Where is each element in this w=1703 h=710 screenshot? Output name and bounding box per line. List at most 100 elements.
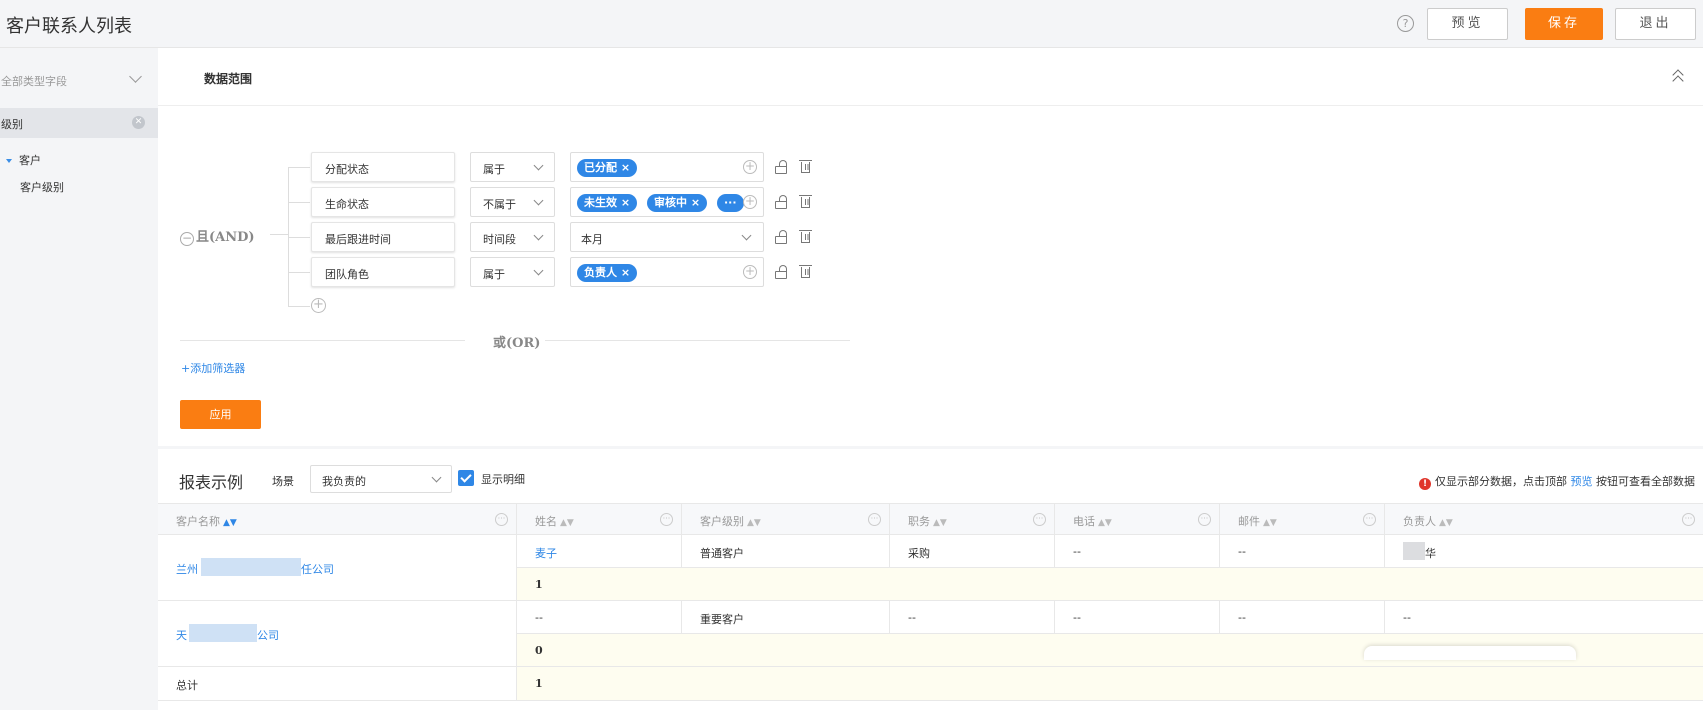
panel-header: 数据范围 [158, 48, 1703, 106]
table-cell-email: -- [1220, 601, 1385, 634]
tree-node-customer[interactable]: 客户 [6, 152, 41, 168]
tree-node-label: 客户 [19, 154, 41, 167]
sort-icon[interactable]: ▲▼ [933, 518, 947, 528]
condition-value-input[interactable]: 负责人 × + [570, 257, 764, 287]
unlock-icon[interactable] [775, 160, 788, 174]
column-header-owner[interactable]: 负责人 ▲▼ ··· [1385, 504, 1703, 536]
floating-popup [1364, 646, 1576, 660]
field-type-select[interactable]: 全部类型字段 [0, 64, 158, 96]
preview-button[interactable]: 预览 [1427, 8, 1508, 40]
more-icon[interactable]: ··· [868, 513, 881, 526]
notice-text: 按钮可查看全部数据 [1596, 475, 1695, 488]
condition-operator-value: 不属于 [483, 198, 516, 211]
customer-name-cell[interactable]: 天 公司 [158, 601, 517, 667]
table-cell-phone: -- [1055, 535, 1220, 568]
condition-field-value: 最后跟进时间 [325, 233, 391, 246]
more-icon[interactable]: ··· [1033, 513, 1046, 526]
scene-value: 我负责的 [322, 475, 366, 488]
show-detail-label[interactable]: 显示明细 [481, 471, 525, 487]
tree-node-customer-level[interactable]: 客户级别 [20, 179, 64, 195]
unlock-icon[interactable] [775, 265, 788, 279]
scene-label: 场景 [272, 475, 294, 488]
column-header-title[interactable]: 职务 ▲▼ ··· [890, 504, 1055, 536]
tree-connector [288, 272, 310, 273]
clear-search-icon[interactable]: ✕ [132, 116, 145, 129]
value-tag[interactable]: 负责人 × [577, 264, 638, 282]
column-header-customer-name[interactable]: 客户名称 ▲▼ ··· [158, 504, 517, 536]
add-filter-link[interactable]: +添加筛选器 [181, 360, 245, 376]
question-circle-icon[interactable]: ? [1397, 15, 1414, 32]
table-cell-phone: -- [1055, 601, 1220, 634]
add-condition-icon[interactable]: + [311, 298, 326, 313]
condition-value-input[interactable]: 已分配 × + [570, 152, 764, 182]
condition-operator-value: 属于 [483, 268, 505, 281]
trash-icon[interactable] [799, 229, 812, 244]
scene-select[interactable]: 我负责的 [310, 465, 452, 493]
column-header-phone[interactable]: 电话 ▲▼ ··· [1055, 504, 1220, 536]
more-tags[interactable]: ··· [717, 194, 744, 212]
value-tag[interactable]: 审核中 × [647, 194, 708, 212]
tree-connector [288, 237, 310, 238]
chevron-down-icon [533, 265, 544, 276]
condition-operator-select[interactable]: 不属于 [470, 187, 555, 217]
condition-value-select[interactable]: 本月 [570, 222, 764, 252]
unlock-icon[interactable] [775, 230, 788, 244]
save-button[interactable]: 保存 [1525, 8, 1603, 40]
and-logic-toggle[interactable]: − 且(AND) [180, 226, 255, 246]
sort-icon[interactable]: ▲▼ [1263, 518, 1277, 528]
condition-field-select[interactable]: 生命状态 [311, 187, 455, 217]
total-label-cell: 总计 [158, 667, 517, 701]
apply-button[interactable]: 应用 [180, 400, 261, 429]
sort-icon[interactable]: ▲▼ [1439, 518, 1453, 528]
tree-connector [288, 306, 310, 307]
condition-field-select[interactable]: 分配状态 [311, 152, 455, 182]
plus-circle-icon[interactable]: + [743, 265, 757, 279]
condition-value-input[interactable]: 未生效 × 审核中 × ··· + [570, 187, 764, 217]
field-search-value: 级别 [1, 118, 23, 131]
notice-text: 仅显示部分数据，点击顶部 [1435, 475, 1567, 488]
notice-preview-link[interactable]: 预览 [1571, 475, 1593, 488]
collapse-up-icon[interactable] [1672, 68, 1686, 87]
redacted-text [189, 624, 257, 642]
table-cell-email: -- [1220, 535, 1385, 568]
unlock-icon[interactable] [775, 195, 788, 209]
value-tag[interactable]: 已分配 × [577, 159, 638, 177]
plus-circle-icon[interactable]: + [743, 160, 757, 174]
subtotal-row: 1 [517, 568, 1703, 601]
sort-icon[interactable]: ▲▼ [1098, 518, 1112, 528]
table-cell-name[interactable]: 麦子 [517, 535, 682, 568]
more-icon[interactable]: ··· [495, 513, 508, 526]
value-tag[interactable]: 未生效 × [577, 194, 638, 212]
more-icon[interactable]: ··· [660, 513, 673, 526]
trash-icon[interactable] [799, 159, 812, 174]
plus-circle-icon[interactable]: + [743, 195, 757, 209]
minus-circle-icon[interactable]: − [180, 232, 194, 246]
condition-operator-select[interactable]: 属于 [470, 257, 555, 287]
show-detail-checkbox[interactable] [458, 470, 474, 486]
top-bar: 客户联系人列表 ? 预览 保存 退出 [0, 0, 1703, 48]
column-header-name[interactable]: 姓名 ▲▼ ··· [517, 504, 682, 536]
tree-connector [270, 234, 288, 235]
or-logic-label: 或(OR) [493, 336, 541, 351]
customer-name-cell[interactable]: 兰州 任公司 [158, 535, 517, 601]
condition-field-select[interactable]: 团队角色 [311, 257, 455, 287]
condition-operator-select[interactable]: 时间段 [470, 222, 555, 252]
trash-icon[interactable] [799, 264, 812, 279]
more-icon[interactable]: ··· [1682, 513, 1695, 526]
more-icon[interactable]: ··· [1198, 513, 1211, 526]
table-cell-title: -- [890, 601, 1055, 634]
panel-title: 数据范围 [204, 72, 253, 86]
sort-icon[interactable]: ▲▼ [560, 518, 574, 528]
trash-icon[interactable] [799, 194, 812, 209]
field-search-input[interactable]: 级别 ✕ [0, 108, 158, 138]
condition-field-select[interactable]: 最后跟进时间 [311, 222, 455, 252]
report-title: 报表示例 [179, 473, 244, 492]
column-header-email[interactable]: 邮件 ▲▼ ··· [1220, 504, 1385, 536]
condition-operator-select[interactable]: 属于 [470, 152, 555, 182]
more-icon[interactable]: ··· [1363, 513, 1376, 526]
column-header-customer-level[interactable]: 客户级别 ▲▼ ··· [682, 504, 890, 536]
exit-button[interactable]: 退出 [1615, 8, 1696, 40]
sort-icon[interactable]: ▲▼ [747, 518, 761, 528]
table-header: 客户名称 ▲▼ ··· 姓名 ▲▼ ··· 客户级别 ▲▼ ··· 职务 ▲▼ ··· 电话 ▲▼… [158, 503, 1703, 536]
sort-icon[interactable]: ▲▼ [223, 518, 237, 528]
